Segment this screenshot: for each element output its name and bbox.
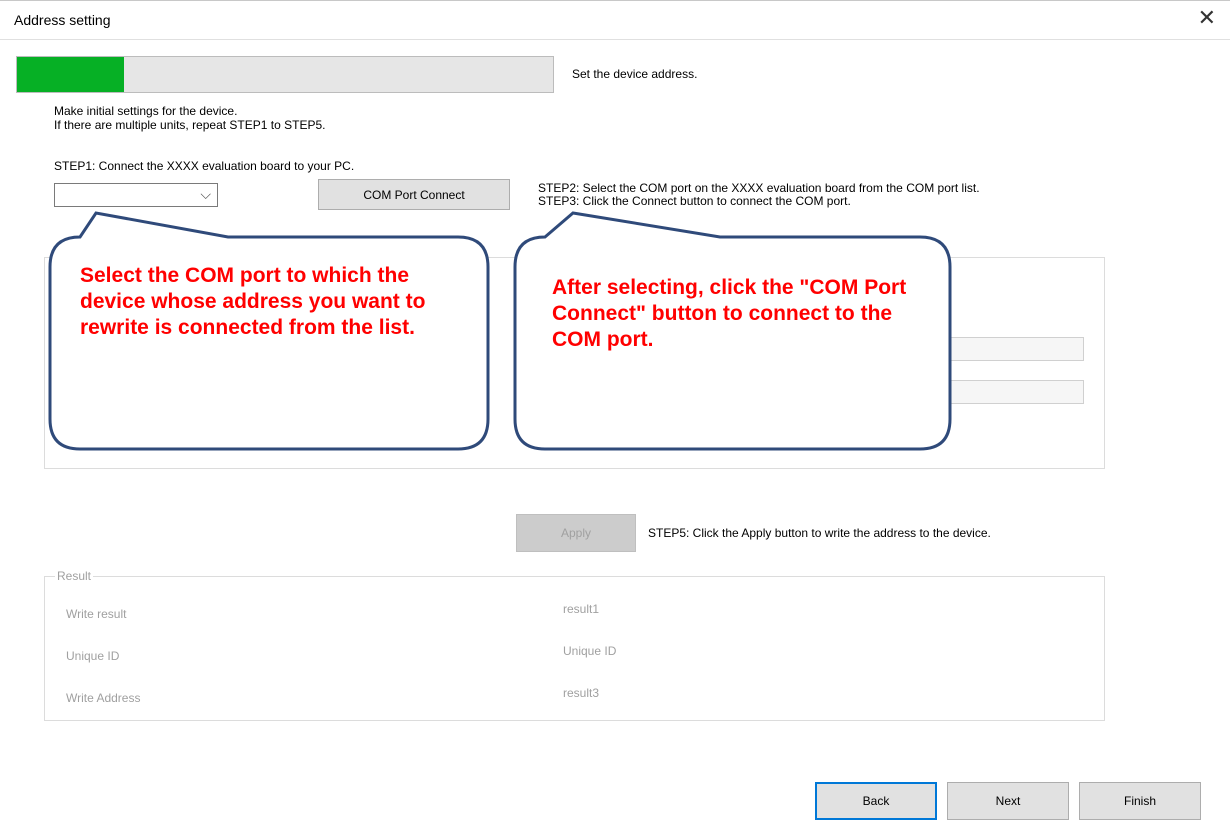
back-button[interactable]: Back xyxy=(815,782,937,820)
finish-button[interactable]: Finish xyxy=(1079,782,1201,820)
unique-id-value: Unique ID xyxy=(563,644,617,658)
callout-left-text: Select the COM port to which the device … xyxy=(80,264,426,339)
apply-button[interactable]: Apply xyxy=(516,514,636,552)
step5-text: STEP5: Click the Apply button to write t… xyxy=(648,526,991,540)
callout-right-text: After selecting, click the "COM Port Con… xyxy=(552,276,907,351)
write-result-value: result1 xyxy=(563,602,600,616)
result-legend: Result xyxy=(55,569,94,583)
unique-id-label: Unique ID xyxy=(66,649,120,663)
write-result-label: Write result xyxy=(66,607,127,621)
address-setting-window: Address setting ✕ Set the device address… xyxy=(0,0,1230,832)
write-address-value: result3 xyxy=(563,686,600,700)
next-button[interactable]: Next xyxy=(947,782,1069,820)
write-address-label: Write Address xyxy=(66,691,141,705)
